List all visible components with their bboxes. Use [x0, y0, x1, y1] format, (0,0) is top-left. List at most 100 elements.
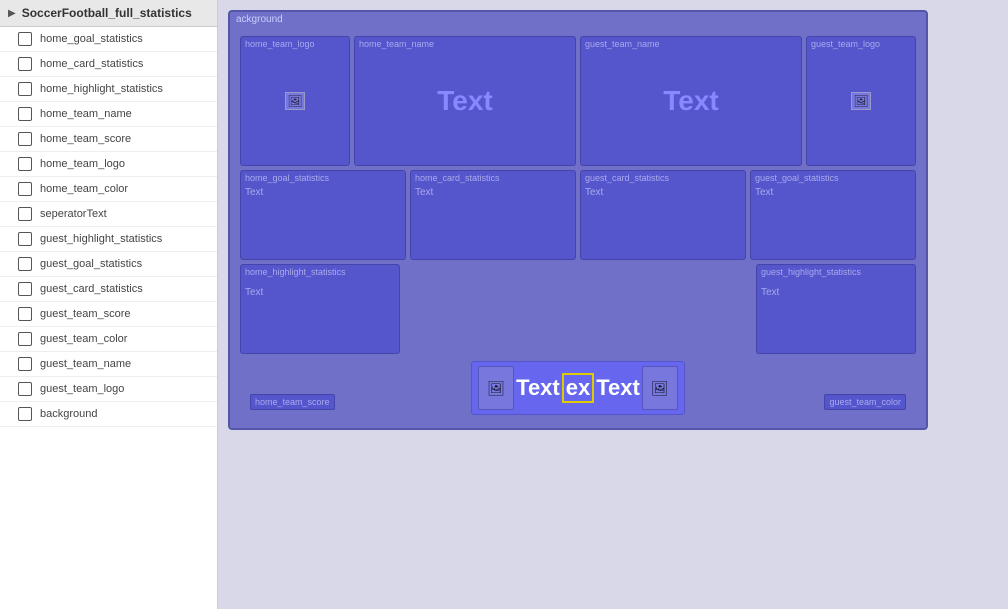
home-highlight-label: home_highlight_statistics	[245, 267, 346, 277]
checkbox-icon	[18, 257, 32, 271]
sidebar-item-home_goal_statistics[interactable]: home_goal_statistics	[0, 27, 217, 52]
home-logo-image-icon	[285, 92, 305, 110]
highlight-spacer	[404, 264, 752, 354]
separator-left-cluster: home_team_score	[250, 394, 335, 410]
guest-color-label: guest_team_color	[824, 394, 906, 410]
home-logo-label: home_team_logo	[245, 39, 315, 49]
sidebar-item-label: home_team_name	[40, 108, 132, 120]
checkbox-icon	[18, 307, 32, 321]
home-name-text: Text	[437, 85, 493, 117]
sidebar-item-home_card_statistics[interactable]: home_card_statistics	[0, 52, 217, 77]
checkbox-icon	[18, 107, 32, 121]
sidebar-item-guest_team_color[interactable]: guest_team_color	[0, 327, 217, 352]
sidebar-item-label: guest_team_score	[40, 308, 131, 320]
home-highlight-cell[interactable]: home_highlight_statistics Text	[240, 264, 400, 354]
sidebar-item-home_highlight_statistics[interactable]: home_highlight_statistics	[0, 77, 217, 102]
highlight-row: home_highlight_statistics Text guest_hig…	[240, 264, 916, 354]
sep-text1: Text	[516, 375, 560, 401]
home-card-label: home_card_statistics	[415, 173, 500, 183]
home-card-text: Text	[415, 187, 433, 198]
sep-text2: ex	[562, 373, 594, 403]
sidebar-item-home_team_score[interactable]: home_team_score	[0, 127, 217, 152]
guest-card-text: Text	[585, 187, 603, 198]
guest-goal-label: guest_goal_statistics	[755, 173, 839, 183]
sidebar-item-label: home_highlight_statistics	[40, 83, 163, 95]
expand-arrow-icon: ▶	[8, 8, 16, 19]
guest-highlight-cell[interactable]: guest_highlight_statistics Text	[756, 264, 916, 354]
home-goal-text: Text	[245, 187, 263, 198]
checkbox-icon	[18, 357, 32, 371]
sidebar-item-seperatorText[interactable]: seperatorText	[0, 202, 217, 227]
guest-card-stats-cell[interactable]: guest_card_statistics Text	[580, 170, 746, 260]
sidebar-item-label: guest_team_name	[40, 358, 131, 370]
home-team-name-cell[interactable]: home_team_name Text	[354, 36, 576, 166]
sep-text3: Text	[596, 375, 640, 401]
sidebar-items-container: home_goal_statistics home_card_statistic…	[0, 27, 217, 427]
guest-name-cell-label: guest_team_name	[585, 39, 660, 49]
sidebar-item-guest_team_score[interactable]: guest_team_score	[0, 302, 217, 327]
sidebar-item-label: home_goal_statistics	[40, 33, 143, 45]
sidebar-item-label: home_team_color	[40, 183, 128, 195]
home-team-logo-cell[interactable]: home_team_logo	[240, 36, 350, 166]
guest-goal-stats-cell[interactable]: guest_goal_statistics Text	[750, 170, 916, 260]
main-canvas-area: ackground home_team_logo home_team_name …	[218, 0, 1008, 609]
separator-center-cluster[interactable]: Text ex Text	[471, 361, 685, 415]
checkbox-icon	[18, 382, 32, 396]
sidebar-header-label: SoccerFootball_full_statistics	[22, 6, 192, 20]
sidebar-item-label: home_team_logo	[40, 158, 125, 170]
guest-goal-text: Text	[755, 187, 773, 198]
guest-team-logo-cell[interactable]: guest_team_logo	[806, 36, 916, 166]
sidebar-item-label: guest_team_logo	[40, 383, 124, 395]
home-name-cell-label: home_team_name	[359, 39, 434, 49]
sidebar-item-label: background	[40, 408, 98, 420]
checkbox-icon	[18, 132, 32, 146]
separator-row: home_team_score Text ex Text guest_team_…	[240, 358, 916, 418]
sidebar-item-label: home_team_score	[40, 133, 131, 145]
checkbox-icon	[18, 82, 32, 96]
separator-right-cluster: guest_team_color	[824, 394, 906, 410]
home-highlight-text: Text	[245, 287, 263, 298]
sidebar-item-home_team_name[interactable]: home_team_name	[0, 102, 217, 127]
sidebar-item-label: guest_goal_statistics	[40, 258, 142, 270]
checkbox-icon	[18, 57, 32, 71]
sidebar-item-guest_team_name[interactable]: guest_team_name	[0, 352, 217, 377]
checkbox-icon	[18, 282, 32, 296]
sidebar-item-guest_goal_statistics[interactable]: guest_goal_statistics	[0, 252, 217, 277]
top-row: home_team_logo home_team_name Text guest…	[240, 36, 916, 166]
guest-logo-image-icon	[851, 92, 871, 110]
home-goal-label: home_goal_statistics	[245, 173, 329, 183]
guest-highlight-label: guest_highlight_statistics	[761, 267, 861, 277]
checkbox-icon	[18, 182, 32, 196]
home-score-label: home_team_score	[250, 394, 335, 410]
sidebar-item-label: guest_card_statistics	[40, 283, 143, 295]
sidebar-item-label: seperatorText	[40, 208, 107, 220]
sidebar-header[interactable]: ▶ SoccerFootball_full_statistics	[0, 0, 217, 27]
checkbox-icon	[18, 207, 32, 221]
home-goal-stats-cell[interactable]: home_goal_statistics Text	[240, 170, 406, 260]
sidebar-item-label: guest_highlight_statistics	[40, 233, 162, 245]
sidebar-item-guest_highlight_statistics[interactable]: guest_highlight_statistics	[0, 227, 217, 252]
checkbox-icon	[18, 157, 32, 171]
checkbox-icon	[18, 332, 32, 346]
checkbox-icon	[18, 32, 32, 46]
guest-name-text: Text	[663, 85, 719, 117]
sidebar-item-label: guest_team_color	[40, 333, 127, 345]
background-label: ackground	[236, 14, 283, 25]
checkbox-icon	[18, 232, 32, 246]
sidebar: ▶ SoccerFootball_full_statistics home_go…	[0, 0, 218, 609]
checkbox-icon	[18, 407, 32, 421]
sep-guest-logo-icon	[642, 366, 678, 410]
sidebar-item-guest_card_statistics[interactable]: guest_card_statistics	[0, 277, 217, 302]
sidebar-item-guest_team_logo[interactable]: guest_team_logo	[0, 377, 217, 402]
home-card-stats-cell[interactable]: home_card_statistics Text	[410, 170, 576, 260]
sidebar-item-home_team_logo[interactable]: home_team_logo	[0, 152, 217, 177]
stats-row: home_goal_statistics Text home_card_stat…	[240, 170, 916, 260]
guest-card-label: guest_card_statistics	[585, 173, 669, 183]
guest-team-name-cell[interactable]: guest_team_name Text	[580, 36, 802, 166]
sidebar-item-label: home_card_statistics	[40, 58, 143, 70]
sidebar-item-background[interactable]: background	[0, 402, 217, 427]
sep-home-logo-icon	[478, 366, 514, 410]
sidebar-item-home_team_color[interactable]: home_team_color	[0, 177, 217, 202]
canvas-background: ackground home_team_logo home_team_name …	[228, 10, 928, 430]
guest-highlight-text: Text	[761, 287, 779, 298]
